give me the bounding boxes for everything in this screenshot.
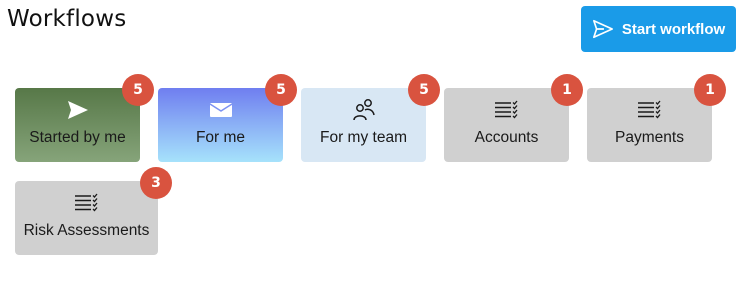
send-icon [592, 19, 613, 39]
tile-risk-assessments[interactable]: Risk Assessments 3 [15, 167, 172, 255]
envelope-icon [209, 103, 232, 117]
count-badge: 1 [694, 74, 726, 106]
page-title: Workflows [7, 6, 127, 32]
tile-payments[interactable]: Payments 1 [587, 74, 726, 162]
tile-for-me[interactable]: For me 5 [158, 74, 297, 162]
start-workflow-button[interactable]: Start workflow [581, 6, 736, 52]
count-badge: 5 [122, 74, 154, 106]
tile-label: Started by me [29, 129, 126, 146]
count-badge: 5 [408, 74, 440, 106]
start-workflow-label: Start workflow [621, 20, 726, 38]
send-icon [67, 101, 88, 119]
count-badge: 5 [265, 74, 297, 106]
task-list-icon [74, 193, 97, 212]
task-list-icon [637, 100, 660, 119]
tile-accounts[interactable]: Accounts 1 [444, 74, 583, 162]
team-icon [352, 99, 375, 121]
tile-label: For me [195, 129, 246, 146]
count-badge: 3 [140, 167, 172, 199]
task-list-icon [494, 100, 517, 119]
count-badge: 1 [551, 74, 583, 106]
tile-started-by-me[interactable]: Started by me 5 [15, 74, 154, 162]
tile-label: For my team [320, 129, 407, 146]
tile-label: Risk Assessments [23, 222, 150, 239]
tile-label: Payments [615, 129, 684, 146]
tile-for-my-team[interactable]: For my team 5 [301, 74, 440, 162]
tile-label: Accounts [474, 129, 539, 146]
